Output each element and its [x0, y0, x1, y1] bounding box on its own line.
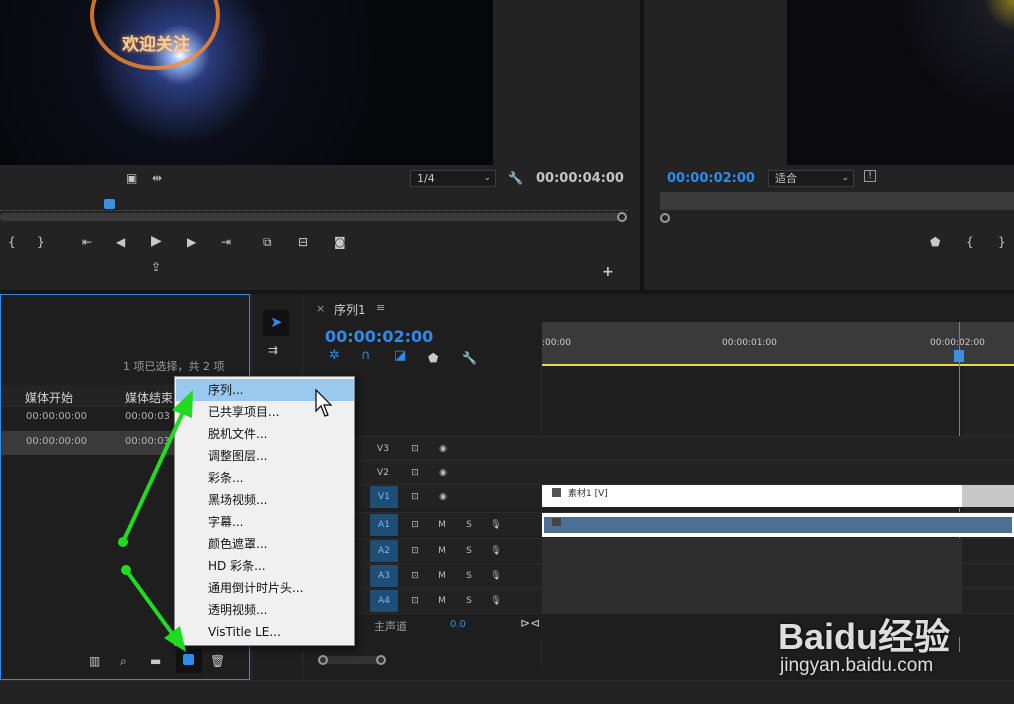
- arrow-origin-dot: [118, 537, 128, 547]
- arrow-to-sequence: [121, 408, 186, 544]
- watermark-brand: Baidu经验: [778, 616, 951, 657]
- arrowhead-icon: [172, 390, 193, 418]
- arrow-to-new-item: [124, 568, 176, 638]
- watermark: Baidu经验 jingyan.baidu.com: [778, 600, 1008, 690]
- arrow-origin-dot: [121, 565, 131, 575]
- annotation-arrows: [118, 390, 193, 652]
- watermark-url: jingyan.baidu.com: [780, 655, 934, 676]
- premiere-window: 欢迎关注 ▣ ⇹ 1/4 ⌄ 🔧 00:00:04:00 { } ⇤ ◀ ▶ ▶…: [0, 0, 1014, 704]
